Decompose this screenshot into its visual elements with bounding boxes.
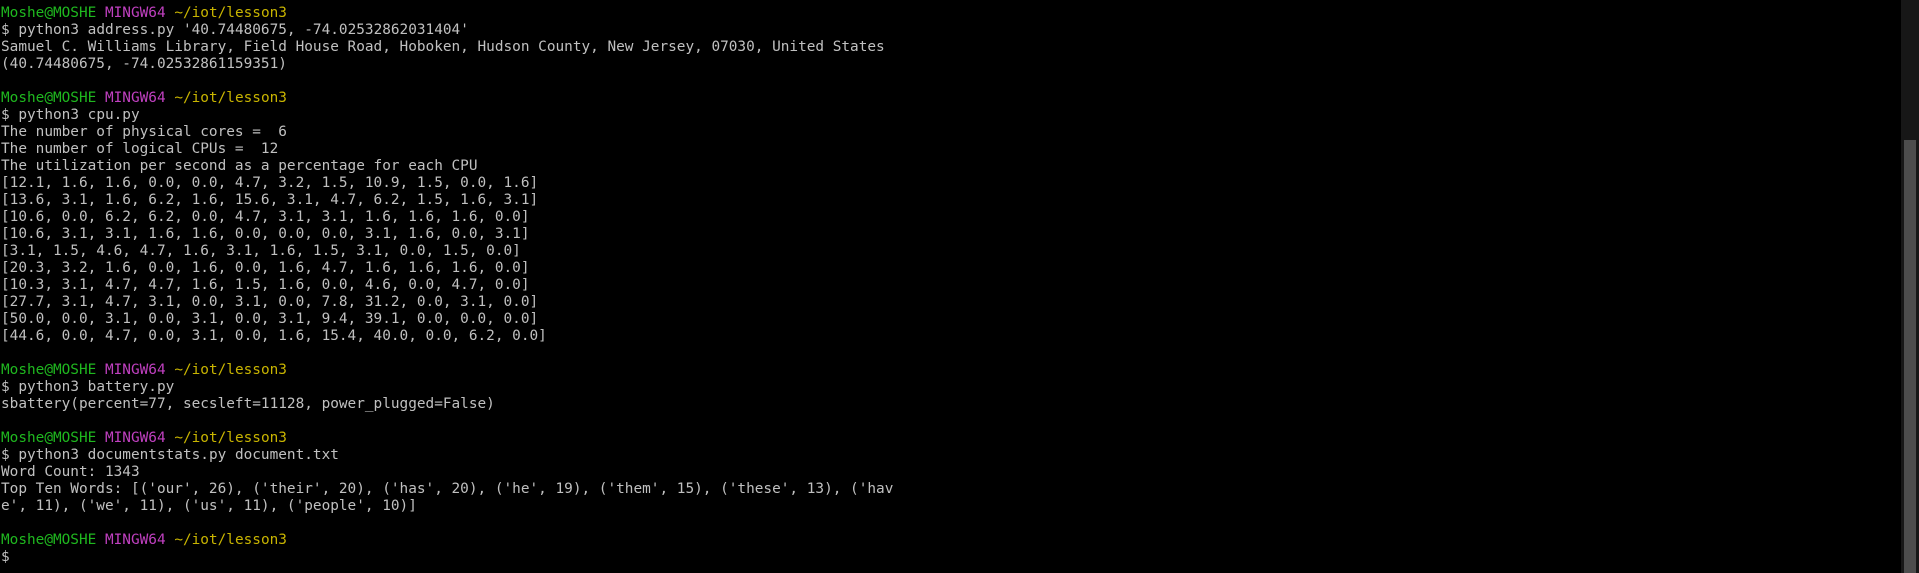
output-line: [20.3, 3.2, 1.6, 0.0, 1.6, 0.0, 1.6, 4.7… — [1, 260, 530, 276]
prompt-user: Moshe@MOSHE — [1, 5, 97, 21]
prompt-user: Moshe@MOSHE — [1, 532, 97, 548]
prompt-path: ~/iot/lesson3 — [174, 532, 287, 548]
output-line: [50.0, 0.0, 3.1, 0.0, 3.1, 0.0, 3.1, 9.4… — [1, 311, 539, 327]
prompt-user: Moshe@MOSHE — [1, 90, 97, 106]
command-line: $ python3 address.py '40.74480675, -74.0… — [1, 22, 1900, 39]
prompt-path: ~/iot/lesson3 — [174, 90, 287, 106]
prompt-line: Moshe@MOSHE MINGW64 ~/iot/lesson3 — [1, 362, 1900, 379]
output-line: sbattery(percent=77, secsleft=11128, pow… — [1, 396, 495, 412]
output-line: The number of logical CPUs = 12 — [1, 141, 279, 157]
scrollbar[interactable] — [1901, 0, 1919, 573]
prompt-env: MINGW64 — [104, 532, 166, 548]
prompt-user: Moshe@MOSHE — [1, 362, 97, 378]
command-text: python3 battery.py — [18, 379, 175, 395]
scrollbar-thumb[interactable] — [1904, 140, 1916, 573]
prompt-path: ~/iot/lesson3 — [174, 430, 287, 446]
command-text: python3 documentstats.py document.txt — [18, 447, 339, 463]
prompt-env: MINGW64 — [104, 5, 166, 21]
output-line: The utilization per second as a percenta… — [1, 158, 478, 174]
output-line: [10.3, 3.1, 4.7, 4.7, 1.6, 1.5, 1.6, 0.0… — [1, 277, 530, 293]
output-line: [3.1, 1.5, 4.6, 4.7, 1.6, 3.1, 1.6, 1.5,… — [1, 243, 521, 259]
output-line: e', 11), ('we', 11), ('us', 11), ('peopl… — [1, 498, 417, 514]
command-text: python3 address.py '40.74480675, -74.025… — [18, 22, 469, 38]
prompt-line: Moshe@MOSHE MINGW64 ~/iot/lesson3 — [1, 532, 1900, 549]
output-line: [12.1, 1.6, 1.6, 0.0, 0.0, 4.7, 3.2, 1.5… — [1, 175, 539, 191]
command-text: python3 cpu.py — [18, 107, 140, 123]
output-line: [10.6, 0.0, 6.2, 6.2, 0.0, 4.7, 3.1, 3.1… — [1, 209, 530, 225]
prompt-env: MINGW64 — [104, 430, 166, 446]
output-line: Samuel C. Williams Library, Field House … — [1, 39, 885, 55]
command-line: $ python3 battery.py — [1, 379, 1900, 396]
output-line: [10.6, 3.1, 3.1, 1.6, 1.6, 0.0, 0.0, 0.0… — [1, 226, 530, 242]
prompt-line: Moshe@MOSHE MINGW64 ~/iot/lesson3 — [1, 5, 1900, 22]
prompt-symbol: $ — [1, 22, 10, 38]
output-line: Top Ten Words: [('our', 26), ('their', 2… — [1, 481, 894, 497]
prompt-env: MINGW64 — [104, 362, 166, 378]
command-line: $ python3 documentstats.py document.txt — [1, 447, 1900, 464]
prompt-symbol: $ — [1, 379, 10, 395]
prompt-path: ~/iot/lesson3 — [174, 362, 287, 378]
output-line: [44.6, 0.0, 4.7, 0.0, 3.1, 0.0, 1.6, 15.… — [1, 328, 547, 344]
terminal-window[interactable]: Moshe@MOSHE MINGW64 ~/iot/lesson3 $ pytho… — [0, 0, 1900, 573]
output-line: [27.7, 3.1, 4.7, 3.1, 0.0, 3.1, 0.0, 7.8… — [1, 294, 539, 310]
prompt-line: Moshe@MOSHE MINGW64 ~/iot/lesson3 — [1, 90, 1900, 107]
prompt-env: MINGW64 — [104, 90, 166, 106]
command-line: $ python3 cpu.py — [1, 107, 1900, 124]
prompt-symbol: $ — [1, 447, 10, 463]
prompt-path: ~/iot/lesson3 — [174, 5, 287, 21]
prompt-user: Moshe@MOSHE — [1, 430, 97, 446]
output-line: [13.6, 3.1, 1.6, 6.2, 1.6, 15.6, 3.1, 4.… — [1, 192, 539, 208]
output-line: (40.74480675, -74.02532861159351) — [1, 56, 287, 72]
input-line[interactable]: $ — [1, 549, 1900, 566]
prompt-symbol: $ — [1, 549, 10, 565]
output-line: The number of physical cores = 6 — [1, 124, 287, 140]
prompt-line: Moshe@MOSHE MINGW64 ~/iot/lesson3 — [1, 430, 1900, 447]
prompt-symbol: $ — [1, 107, 10, 123]
output-line: Word Count: 1343 — [1, 464, 140, 480]
